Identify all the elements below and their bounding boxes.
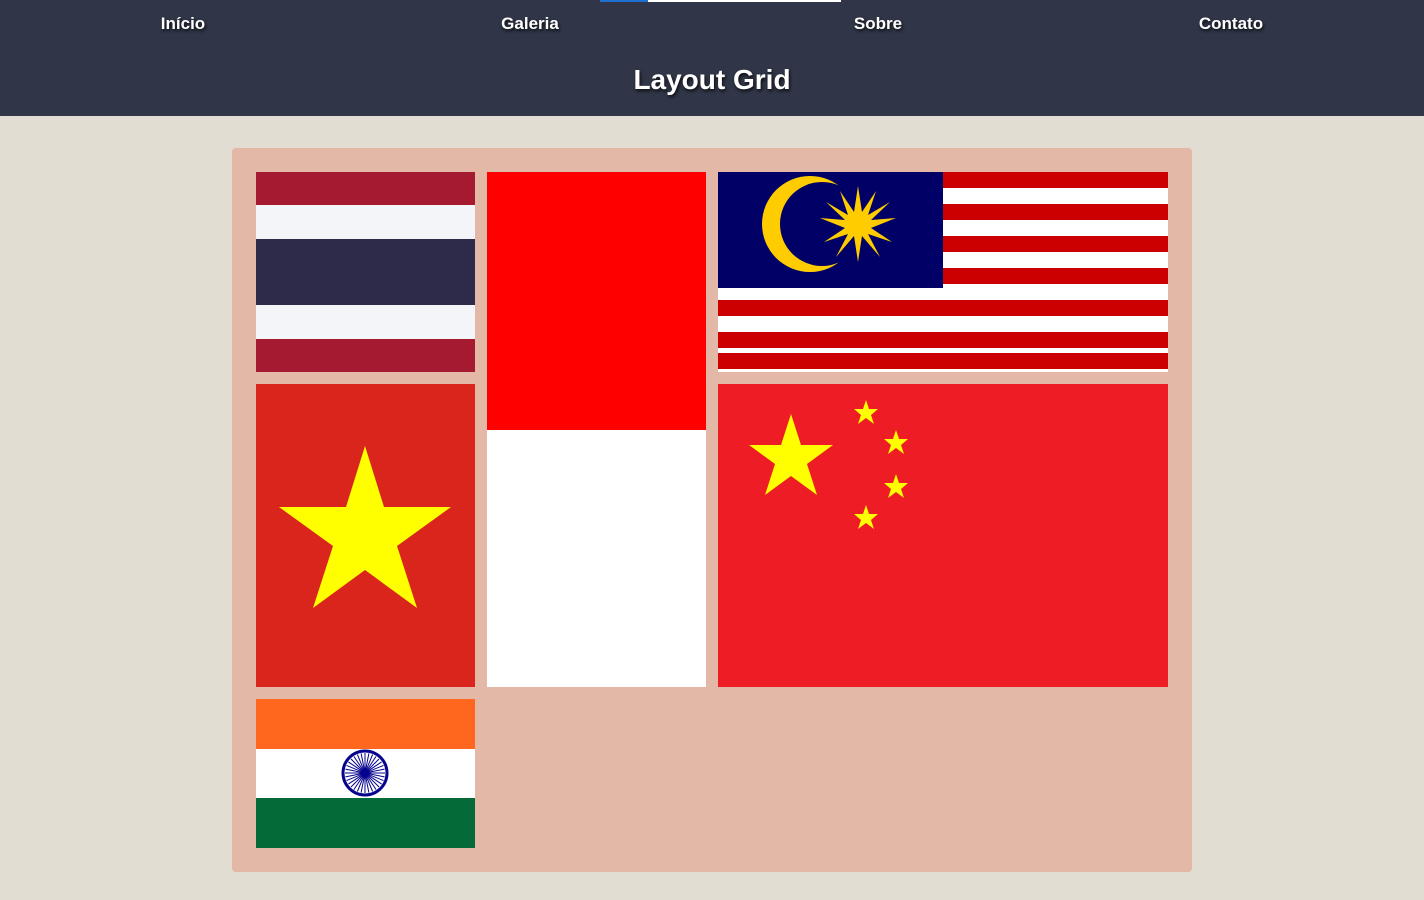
- flag-grid: [232, 148, 1192, 872]
- india-flag: [256, 699, 475, 848]
- nav-link-galeria[interactable]: Galeria: [501, 14, 559, 34]
- vietnam-flag: [256, 384, 475, 687]
- nav-link-sobre[interactable]: Sobre: [854, 14, 902, 34]
- page-title: Layout Grid: [633, 64, 791, 95]
- nav-link-contato[interactable]: Contato: [1199, 14, 1263, 34]
- thailand-flag: [256, 172, 475, 372]
- tab-indicator-bar: [648, 0, 841, 2]
- malaysia-flag: [718, 172, 1168, 372]
- nav-link-inicio[interactable]: Início: [161, 14, 205, 34]
- indonesia-flag: [487, 172, 706, 687]
- site-header: Início Galeria Sobre Contato Layout Grid: [0, 0, 1424, 116]
- china-flag: [718, 384, 1168, 687]
- active-tab-indicator: [600, 0, 648, 2]
